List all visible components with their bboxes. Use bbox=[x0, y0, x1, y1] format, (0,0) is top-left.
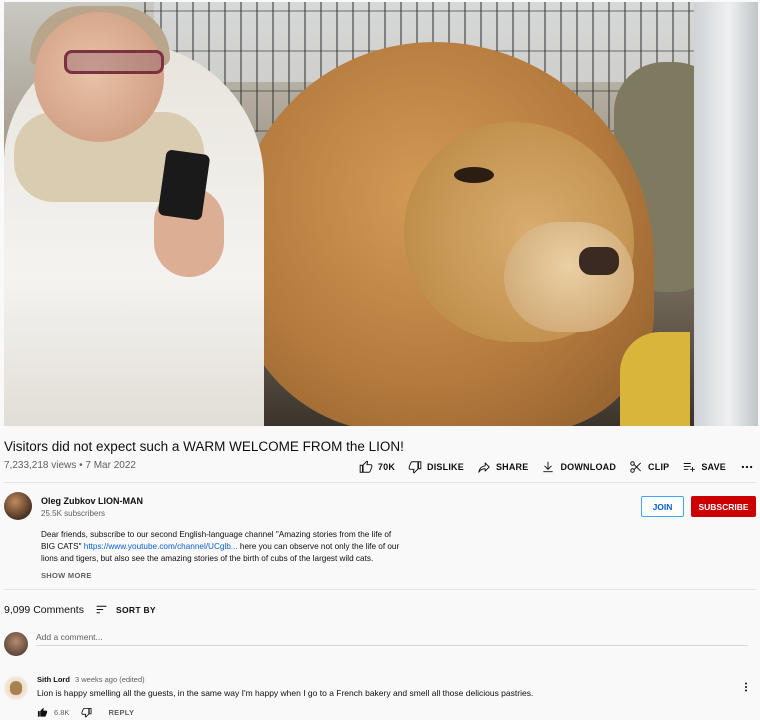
divider-top bbox=[4, 482, 756, 483]
user-avatar bbox=[4, 632, 28, 656]
comment-text: Lion is happy smelling all the guests, i… bbox=[37, 688, 534, 698]
more-actions-button[interactable] bbox=[740, 460, 754, 474]
share-icon bbox=[478, 462, 490, 473]
save-label: SAVE bbox=[701, 462, 726, 472]
comment-time[interactable]: 3 weeks ago (edited) bbox=[75, 675, 145, 684]
video-player[interactable] bbox=[4, 2, 758, 426]
video-description: Dear friends, subscribe to our second En… bbox=[41, 529, 411, 565]
thumb-up-icon bbox=[359, 460, 373, 473]
share-button[interactable]: SHARE bbox=[477, 460, 529, 474]
channel-name[interactable]: Oleg Zubkov LION-MAN bbox=[41, 496, 143, 506]
upload-date: 7 Mar 2022 bbox=[85, 460, 136, 471]
comment-header: Sith Lord 3 weeks ago (edited) bbox=[37, 675, 145, 684]
video-lion-muzzle bbox=[504, 222, 634, 332]
comment-author[interactable]: Sith Lord bbox=[37, 675, 70, 684]
add-comment-input[interactable]: Add a comment... bbox=[36, 632, 748, 646]
dislike-label: DISLIKE bbox=[427, 462, 464, 472]
clip-label: CLIP bbox=[648, 462, 670, 472]
video-lion-nose bbox=[579, 247, 619, 275]
like-button[interactable]: 70K bbox=[359, 460, 395, 474]
download-icon bbox=[543, 461, 554, 473]
view-count: 7,233,218 views bbox=[4, 460, 77, 471]
share-label: SHARE bbox=[495, 462, 529, 472]
comment-actions: 6.8K REPLY bbox=[37, 707, 134, 718]
show-more-button[interactable]: SHOW MORE bbox=[41, 571, 92, 580]
description-line-2-suffix: here you can observe not only the life o… bbox=[239, 542, 400, 551]
meta-separator: • bbox=[79, 460, 83, 471]
subscriber-count: 25.5K subscribers bbox=[41, 509, 106, 518]
commenter-avatar[interactable] bbox=[4, 676, 28, 700]
video-glasses bbox=[64, 50, 164, 74]
channel-avatar[interactable] bbox=[4, 492, 32, 520]
sort-by-label: SORT BY bbox=[116, 604, 156, 615]
save-button[interactable]: SAVE bbox=[682, 460, 726, 474]
description-line-1: Dear friends, subscribe to our second En… bbox=[41, 530, 392, 539]
comment-menu-button[interactable] bbox=[740, 680, 752, 694]
sort-icon bbox=[96, 605, 107, 614]
video-woman-face bbox=[34, 12, 164, 142]
thumb-down-icon[interactable] bbox=[81, 707, 92, 718]
description-line-2: BIG CATS" https://www.youtube.com/channe… bbox=[41, 541, 411, 553]
like-count: 70K bbox=[377, 462, 396, 472]
join-button[interactable]: JOIN bbox=[641, 496, 684, 517]
description-channel-link[interactable]: https://www.youtube.com/channel/UCglb... bbox=[84, 542, 238, 551]
playlist-add-icon bbox=[684, 463, 696, 472]
scissors-icon bbox=[630, 461, 642, 473]
download-label: DOWNLOAD bbox=[560, 462, 617, 472]
video-yellow-object bbox=[620, 332, 690, 426]
more-horizontal-icon bbox=[741, 465, 753, 469]
dislike-button[interactable]: DISLIKE bbox=[408, 460, 464, 474]
comment-count: 9,099 Comments bbox=[4, 604, 84, 616]
video-lion-eye bbox=[454, 167, 494, 183]
sort-by-button[interactable]: SORT BY bbox=[95, 603, 156, 616]
subscribe-button[interactable]: SUBSCRIBE bbox=[691, 496, 756, 517]
watch-page: Visitors did not expect such a WARM WELC… bbox=[0, 0, 760, 720]
thumb-up-icon[interactable] bbox=[37, 707, 48, 718]
video-meta: 7,233,218 views • 7 Mar 2022 bbox=[4, 460, 136, 471]
description-line-2-prefix: BIG CATS" bbox=[41, 542, 82, 551]
description-line-3: lions and tigers, but also see the amazi… bbox=[41, 554, 374, 563]
reply-button[interactable]: REPLY bbox=[108, 708, 134, 717]
more-vertical-icon bbox=[745, 682, 747, 692]
divider-description bbox=[4, 589, 756, 590]
video-title: Visitors did not expect such a WARM WELC… bbox=[4, 439, 404, 454]
video-actions: 70K DISLIKE SHARE DOWNLOAD CLIP SAVE bbox=[346, 458, 754, 476]
comment-like-count: 6.8K bbox=[54, 708, 70, 717]
clip-button[interactable]: CLIP bbox=[629, 460, 669, 474]
video-pillar bbox=[694, 2, 758, 426]
download-button[interactable]: DOWNLOAD bbox=[541, 460, 616, 474]
video-phone bbox=[157, 149, 211, 221]
thumb-down-icon bbox=[408, 461, 422, 474]
